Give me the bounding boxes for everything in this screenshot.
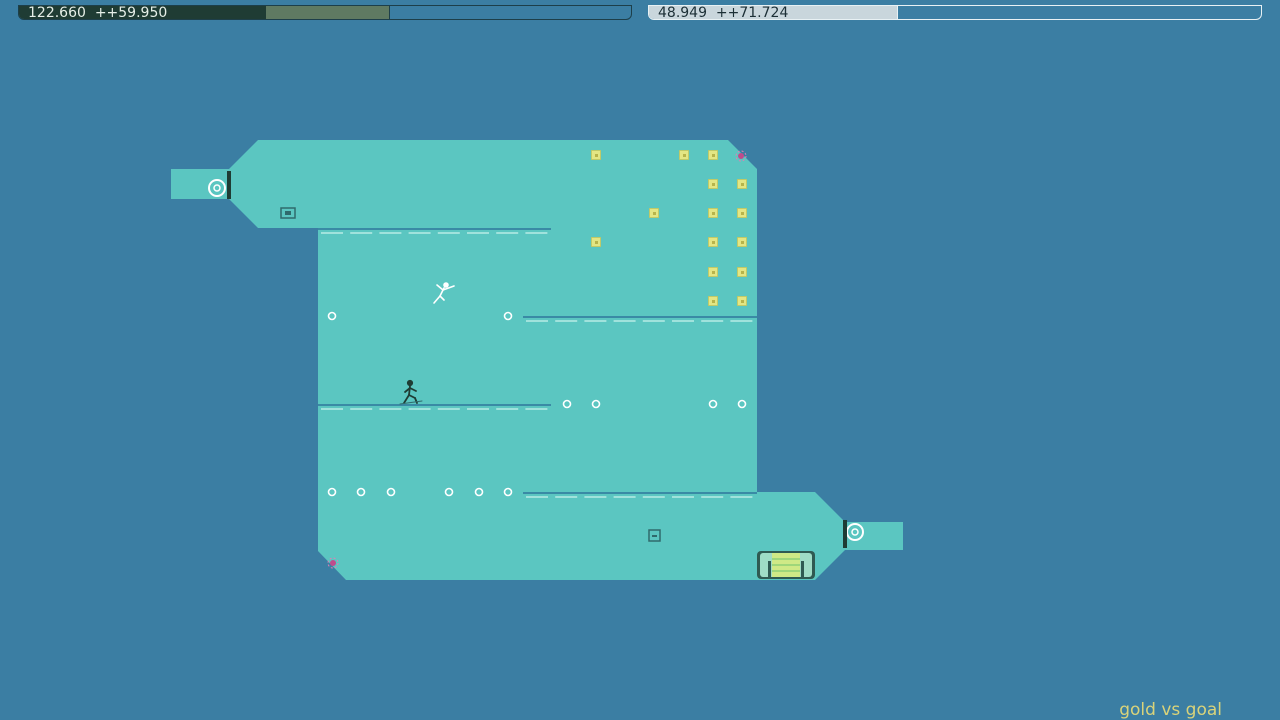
level-tiles: [171, 140, 903, 580]
gold-square-icon: [737, 237, 747, 247]
gold-square-icon: [649, 208, 659, 218]
upper-chamber: [171, 140, 903, 580]
gold-square-icon: [708, 237, 718, 247]
gold-square-icon: [737, 296, 747, 306]
gold-square-icon: [708, 150, 718, 160]
gold-square-icon: [737, 267, 747, 277]
gold-square-icon: [708, 267, 718, 277]
gold-square-icon: [708, 208, 718, 218]
gold-square-icon: [737, 208, 747, 218]
level-map: [171, 140, 903, 580]
gold-square-icon: [708, 179, 718, 189]
gold-square-icon: [737, 179, 747, 189]
level-title: gold vs goal: [1119, 700, 1222, 720]
exit-door-icon: [757, 551, 815, 579]
gold-square-icon: [708, 296, 718, 306]
gold-square-icon: [591, 237, 601, 247]
gold-square-icon: [679, 150, 689, 160]
gold-square-icon: [591, 150, 601, 160]
